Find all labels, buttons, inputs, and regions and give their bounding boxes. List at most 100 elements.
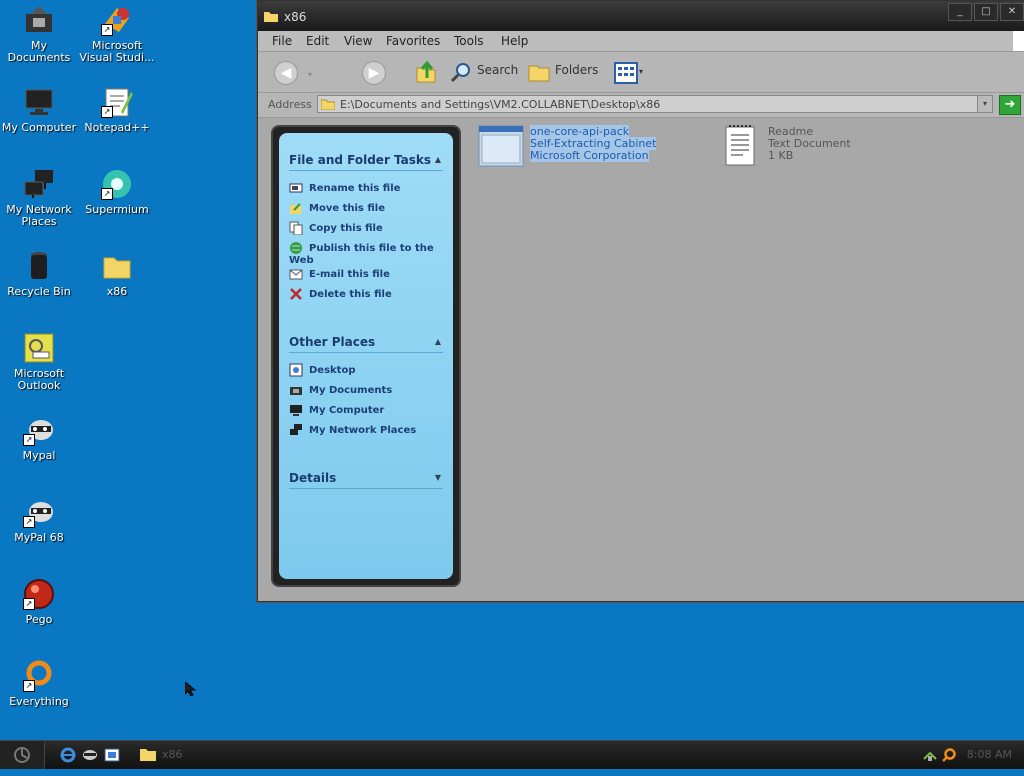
other-places-header[interactable]: Other Places ▲ — [289, 335, 443, 353]
desktop-icon-everything[interactable]: ↗ Everything — [0, 660, 78, 708]
close-button[interactable]: ✕ — [1000, 3, 1024, 21]
menu-edit[interactable]: Edit — [306, 34, 329, 48]
start-button[interactable] — [0, 741, 45, 769]
menu-tools[interactable]: Tools — [454, 34, 484, 48]
rename-icon — [289, 181, 303, 195]
search-button[interactable]: Search — [477, 63, 518, 77]
task-copy-file[interactable]: Copy this file — [289, 221, 449, 236]
mypal-raccoon-icon[interactable] — [82, 747, 98, 763]
views-dropdown-icon[interactable]: ▾ — [639, 67, 643, 76]
recycle-bin-icon — [23, 250, 55, 282]
task-rename-file[interactable]: Rename this file — [289, 181, 449, 195]
up-folder-button[interactable] — [415, 60, 437, 87]
desktop-icon-notepad-plus[interactable]: ↗ Notepad++ — [78, 86, 156, 134]
collapse-chevron-icon[interactable]: ▲ — [435, 337, 441, 346]
menu-help[interactable]: Help — [501, 34, 528, 48]
task-pane-panel: File and Folder Tasks ▲ Rename this file… — [279, 133, 453, 579]
desktop-icon-pego[interactable]: ↗ Pego — [0, 578, 78, 626]
desktop-icon-label: MyPal 68 — [14, 531, 64, 544]
back-dropdown-icon[interactable]: ▾ — [308, 70, 312, 79]
place-my-network-places[interactable]: My Network Places — [289, 423, 449, 437]
desktop-icon-label: Notepad++ — [84, 121, 150, 134]
desktop-icon-label: x86 — [106, 285, 128, 298]
task-move-file[interactable]: Move this file — [289, 201, 449, 215]
folders-button[interactable]: Folders — [555, 63, 598, 77]
visual-studio-icon: ↗ — [101, 4, 133, 36]
place-my-documents[interactable]: My Documents — [289, 383, 449, 397]
collapse-chevron-icon[interactable]: ▲ — [435, 155, 441, 164]
desktop-icon-microsoft-outlook[interactable]: Microsoft Outlook — [0, 332, 78, 392]
desktop-icon-visual-studio[interactable]: ↗ Microsoft Visual Studi... — [78, 4, 156, 64]
place-my-computer[interactable]: My Computer — [289, 403, 449, 417]
show-desktop-icon[interactable] — [104, 747, 120, 763]
address-bar: Address E:\Documents and Settings\VM2.CO… — [258, 93, 1024, 118]
title-bar[interactable]: x86 _ □ ✕ — [258, 1, 1024, 31]
menu-file[interactable]: File — [272, 34, 292, 48]
desktop-icon-label: My Documents — [7, 39, 71, 64]
pego-icon: ↗ — [23, 578, 55, 610]
other-places-title: Other Places — [289, 335, 376, 349]
desktop-icon-mypal-68[interactable]: ↗ MyPal 68 — [0, 496, 78, 544]
file-item-readme[interactable]: Readme Text Document 1 KB — [723, 123, 883, 167]
tray-network-icon[interactable] — [922, 747, 938, 763]
desktop-icon-label: My Network Places — [6, 203, 72, 228]
folders-icon — [528, 61, 550, 86]
address-input[interactable]: E:\Documents and Settings\VM2.COLLABNET\… — [317, 95, 993, 113]
file-folder-tasks-title: File and Folder Tasks — [289, 153, 432, 167]
desktop-icon-my-documents[interactable]: My Documents — [0, 4, 78, 64]
desktop-icon-recycle-bin[interactable]: Recycle Bin — [0, 250, 78, 298]
place-desktop[interactable]: Desktop — [289, 363, 449, 377]
network-places-icon — [289, 423, 303, 437]
forward-button[interactable]: ▶ — [362, 61, 386, 85]
task-delete-file[interactable]: Delete this file — [289, 287, 449, 301]
folder-icon — [140, 747, 156, 764]
taskbar-window-x86[interactable]: x86 — [140, 743, 300, 767]
folder-icon — [264, 10, 278, 25]
desktop-icon-my-network-places[interactable]: My Network Places — [0, 168, 78, 228]
shortcut-arrow-icon: ↗ — [101, 188, 113, 200]
desktop-icon-label: Microsoft Outlook — [13, 367, 65, 392]
system-clock[interactable]: 8:08 AM — [967, 748, 1012, 761]
details-title: Details — [289, 471, 337, 485]
desktop-icon-label: Recycle Bin — [7, 285, 71, 298]
address-value: E:\Documents and Settings\VM2.COLLABNET\… — [340, 98, 661, 111]
menu-view[interactable]: View — [344, 34, 372, 48]
desktop-icon-x86-folder[interactable]: x86 — [78, 250, 156, 298]
task-email-file[interactable]: E-mail this file — [289, 267, 449, 281]
everything-search-icon: ↗ — [23, 660, 55, 692]
desktop-icon-label: Everything — [9, 695, 69, 708]
menu-favorites[interactable]: Favorites — [386, 34, 440, 48]
notepad-plus-icon: ↗ — [101, 86, 133, 118]
details-header[interactable]: Details ▼ — [289, 471, 443, 489]
expand-chevron-icon[interactable]: ▼ — [435, 473, 441, 482]
task-publish-web[interactable]: Publish this file to the Web — [289, 241, 449, 266]
maximize-button[interactable]: □ — [974, 3, 998, 21]
folder-icon — [320, 98, 336, 116]
copy-icon — [289, 221, 303, 236]
minimize-button[interactable]: _ — [948, 3, 972, 21]
views-icon[interactable] — [614, 62, 638, 84]
shortcut-arrow-icon: ↗ — [101, 106, 113, 118]
desktop-icon-supermium[interactable]: ↗ Supermium — [78, 168, 156, 216]
internet-explorer-icon[interactable] — [60, 747, 76, 763]
desktop-icon-mypal[interactable]: ↗ Mypal — [0, 414, 78, 462]
explorer-window[interactable]: x86 _ □ ✕ File Edit View Favorites Tools… — [257, 0, 1024, 602]
my-computer-icon — [289, 403, 303, 417]
email-icon — [289, 267, 303, 281]
file-folder-tasks-header[interactable]: File and Folder Tasks ▲ — [289, 153, 443, 171]
file-info: Microsoft Corporation — [530, 149, 649, 162]
taskbar: x86 8:08 AM — [0, 740, 1024, 769]
window-title: x86 — [284, 10, 307, 24]
address-dropdown-icon[interactable]: ▾ — [977, 96, 992, 112]
supermium-icon: ↗ — [101, 168, 133, 200]
file-item-one-core-api-pack[interactable]: one-core-api-pack Self-Extracting Cabine… — [478, 125, 668, 169]
shortcut-arrow-icon: ↗ — [23, 598, 35, 610]
desktop-icon-my-computer[interactable]: My Computer — [0, 86, 78, 134]
back-button[interactable]: ◀ — [274, 61, 298, 85]
mouse-cursor-icon — [184, 680, 197, 699]
tray-search-icon[interactable] — [941, 747, 957, 763]
shortcut-arrow-icon: ↗ — [23, 680, 35, 692]
search-icon[interactable] — [450, 61, 472, 86]
go-button[interactable]: ➜ — [999, 95, 1021, 115]
toolbar: ◀ ▾ ▶ Search Folders ▾ — [258, 52, 1024, 93]
